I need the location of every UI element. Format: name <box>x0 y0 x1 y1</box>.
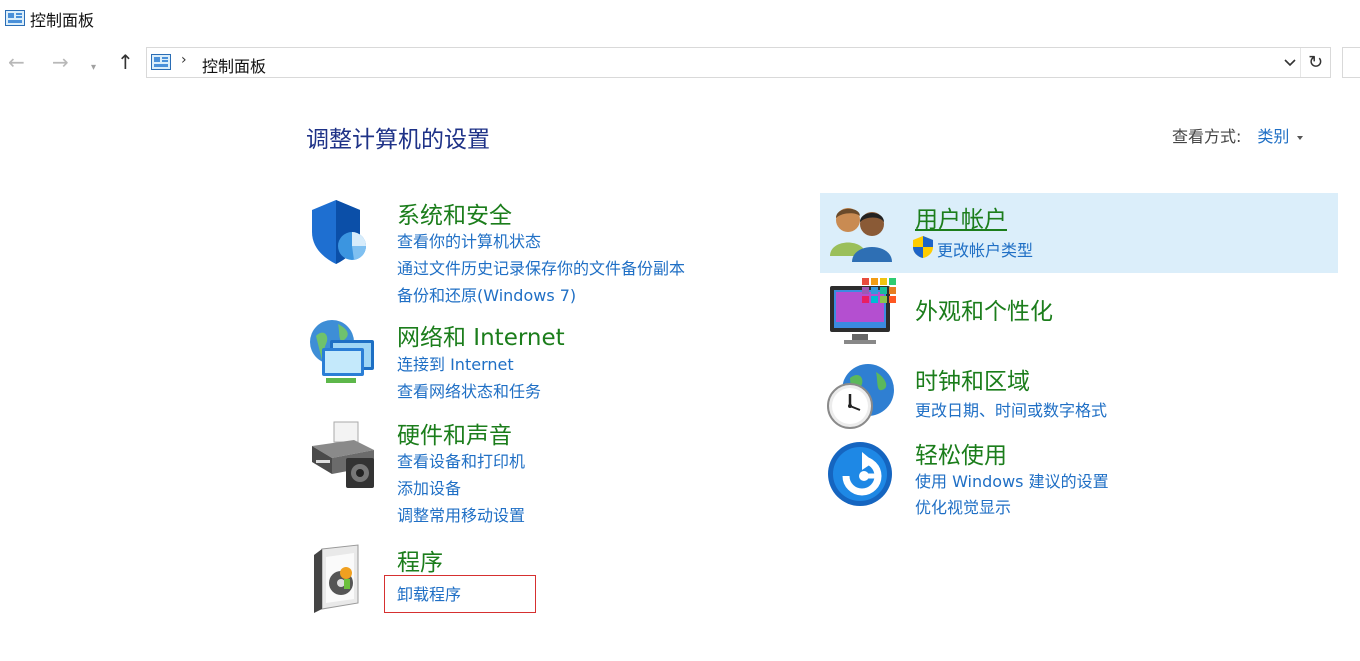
link-mobility-settings[interactable]: 调整常用移动设置 <box>397 502 525 526</box>
view-by: 查看方式: 类别 <box>1172 123 1304 147</box>
link-connect-internet[interactable]: 连接到 Internet <box>397 351 514 375</box>
uac-shield-icon <box>912 235 934 263</box>
title-bar: 控制面板 <box>0 0 1360 36</box>
link-add-device[interactable]: 添加设备 <box>397 475 461 499</box>
search-box[interactable] <box>1342 47 1360 78</box>
link-date-time-format[interactable]: 更改日期、时间或数字格式 <box>915 397 1107 421</box>
appearance-monitor-icon[interactable] <box>826 278 898 352</box>
link-devices-printers[interactable]: 查看设备和打印机 <box>397 448 525 472</box>
category-title[interactable]: 外观和个性化 <box>915 292 1053 326</box>
address-dropdown-icon[interactable] <box>1282 54 1298 70</box>
breadcrumb-control-panel[interactable]: 控制面板 <box>202 53 266 77</box>
security-shield-icon[interactable] <box>308 196 370 274</box>
breadcrumb-separator-icon[interactable]: › <box>181 52 187 68</box>
view-by-label: 查看方式: <box>1172 127 1242 146</box>
ease-of-access-icon[interactable] <box>826 436 896 510</box>
network-globe-icon[interactable] <box>308 318 380 394</box>
window-title: 控制面板 <box>30 11 95 30</box>
up-button[interactable]: ↑ <box>117 50 134 74</box>
category-title[interactable]: 网络和 Internet <box>397 318 565 352</box>
programs-box-icon[interactable] <box>308 543 372 617</box>
link-network-status[interactable]: 查看网络状态和任务 <box>397 378 541 402</box>
category-title[interactable]: 用户帐户 <box>915 200 1007 234</box>
printer-icon[interactable] <box>308 416 380 496</box>
link-backup-restore[interactable]: 备份和还原(Windows 7) <box>397 282 576 306</box>
back-button[interactable]: ← <box>8 50 25 74</box>
view-by-caret-icon[interactable] <box>1297 135 1304 140</box>
category-title[interactable]: 轻松使用 <box>915 436 1007 470</box>
navigation-bar: ← → ▾ ↑ › 控制面板 ↻ <box>0 46 1360 80</box>
users-icon[interactable] <box>826 200 896 268</box>
category-title[interactable]: 系统和安全 <box>397 196 512 230</box>
category-title[interactable]: 硬件和声音 <box>397 416 512 450</box>
control-panel-icon <box>151 54 171 74</box>
recent-locations-button[interactable]: ▾ <box>91 56 96 80</box>
clock-globe-icon[interactable] <box>826 362 898 436</box>
view-by-selector[interactable]: 类别 <box>1257 127 1289 146</box>
highlight-box <box>384 575 536 613</box>
link-recommended-settings[interactable]: 使用 Windows 建议的设置 <box>915 468 1109 492</box>
category-user-accounts-hover[interactable] <box>820 193 1338 273</box>
category-title[interactable]: 时钟和区域 <box>915 362 1030 396</box>
link-optimize-display[interactable]: 优化视觉显示 <box>915 494 1011 518</box>
forward-button[interactable]: → <box>52 50 69 74</box>
link-file-history-backup[interactable]: 通过文件历史记录保存你的文件备份副本 <box>397 255 685 279</box>
link-change-account-type[interactable]: 更改帐户类型 <box>937 237 1033 261</box>
category-title[interactable]: 程序 <box>397 543 443 577</box>
control-panel-icon <box>5 10 25 30</box>
refresh-button[interactable]: ↻ <box>1300 48 1330 77</box>
page-heading: 调整计算机的设置 <box>306 127 490 153</box>
link-view-computer-status[interactable]: 查看你的计算机状态 <box>397 228 541 252</box>
address-bar[interactable]: › 控制面板 ↻ <box>146 47 1331 78</box>
